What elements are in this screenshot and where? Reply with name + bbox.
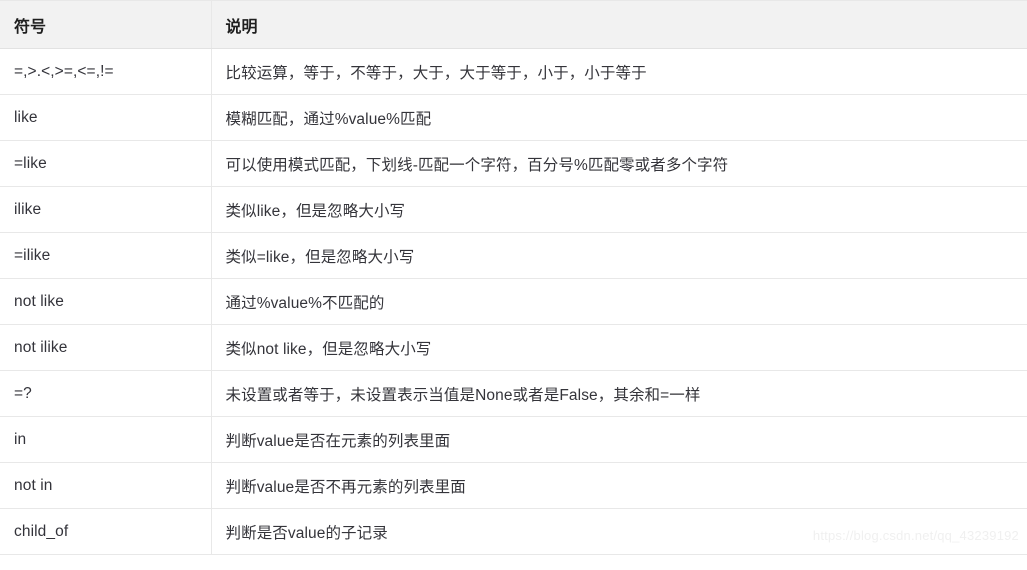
cell-symbol: =ilike xyxy=(0,232,212,279)
cell-symbol: not in xyxy=(0,462,212,509)
cell-description: 判断value是否在元素的列表里面 xyxy=(211,416,1027,463)
cell-description: 类似not like，但是忽略大小写 xyxy=(211,324,1027,371)
cell-description: 可以使用模式匹配，下划线-匹配一个字符，百分号%匹配零或者多个字符 xyxy=(211,140,1027,187)
cell-symbol: =? xyxy=(0,370,212,417)
column-header-symbol: 符号 xyxy=(0,0,212,49)
table-body: =,>.<,>=,<=,!= 比较运算，等于，不等于，大于，大于等于，小于，小于等… xyxy=(0,48,1027,555)
table-row: child_of 判断是否value的子记录 xyxy=(0,508,1027,555)
cell-symbol: not like xyxy=(0,278,212,325)
cell-symbol: in xyxy=(0,416,212,463)
cell-symbol: =like xyxy=(0,140,212,187)
table-header-row: 符号 说明 xyxy=(0,0,1027,49)
table-row: =,>.<,>=,<=,!= 比较运算，等于，不等于，大于，大于等于，小于，小于等… xyxy=(0,48,1027,95)
column-header-description: 说明 xyxy=(211,0,1027,49)
table-row: =like 可以使用模式匹配，下划线-匹配一个字符，百分号%匹配零或者多个字符 xyxy=(0,140,1027,187)
table-row: not ilike 类似not like，但是忽略大小写 xyxy=(0,324,1027,371)
table-row: in 判断value是否在元素的列表里面 xyxy=(0,416,1027,463)
cell-symbol: ilike xyxy=(0,186,212,233)
cell-description: 通过%value%不匹配的 xyxy=(211,278,1027,325)
table-header: 符号 说明 xyxy=(0,0,1027,49)
cell-description: 判断value是否不再元素的列表里面 xyxy=(211,462,1027,509)
table-row: like 模糊匹配，通过%value%匹配 xyxy=(0,94,1027,141)
cell-description: 未设置或者等于，未设置表示当值是None或者是False，其余和=一样 xyxy=(211,370,1027,417)
table-row: not like 通过%value%不匹配的 xyxy=(0,278,1027,325)
cell-symbol: like xyxy=(0,94,212,141)
cell-description: 类似=like，但是忽略大小写 xyxy=(211,232,1027,279)
cell-description: 模糊匹配，通过%value%匹配 xyxy=(211,94,1027,141)
table-row: =ilike 类似=like，但是忽略大小写 xyxy=(0,232,1027,279)
operator-table-container: 符号 说明 =,>.<,>=,<=,!= 比较运算，等于，不等于，大于，大于等于，… xyxy=(0,0,1027,555)
cell-description: 比较运算，等于，不等于，大于，大于等于，小于，小于等于 xyxy=(211,48,1027,95)
table-row: =? 未设置或者等于，未设置表示当值是None或者是False，其余和=一样 xyxy=(0,370,1027,417)
cell-description: 判断是否value的子记录 xyxy=(211,508,1027,555)
table-row: ilike 类似like，但是忽略大小写 xyxy=(0,186,1027,233)
cell-description: 类似like，但是忽略大小写 xyxy=(211,186,1027,233)
table-row: not in 判断value是否不再元素的列表里面 xyxy=(0,462,1027,509)
operator-reference-table: 符号 说明 =,>.<,>=,<=,!= 比较运算，等于，不等于，大于，大于等于，… xyxy=(0,0,1027,555)
cell-symbol: not ilike xyxy=(0,324,212,371)
cell-symbol: child_of xyxy=(0,508,212,555)
cell-symbol: =,>.<,>=,<=,!= xyxy=(0,48,212,95)
